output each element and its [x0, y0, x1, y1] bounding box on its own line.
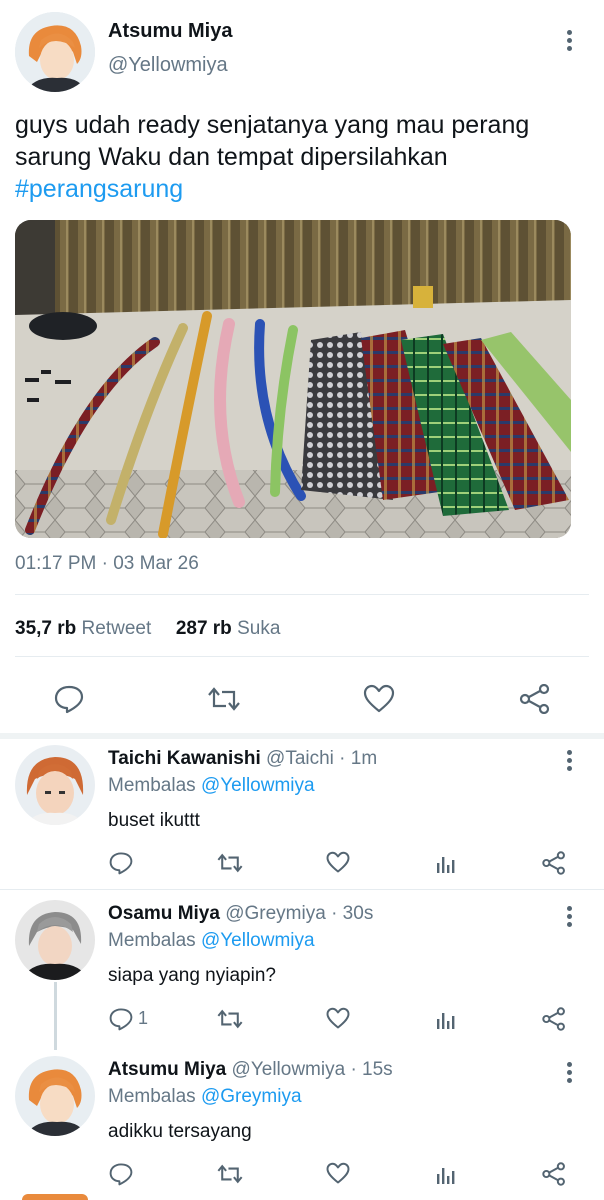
reply-handle-time[interactable]: @Greymiya · 30s: [225, 903, 373, 924]
like-label[interactable]: Suka: [237, 618, 280, 639]
replying-to-handle[interactable]: @Greymiya: [201, 1086, 302, 1107]
retweet-icon[interactable]: [216, 1007, 244, 1031]
more-icon[interactable]: [567, 750, 573, 774]
reply-text: siapa yang nyiapin?: [108, 965, 276, 986]
replying-to-handle[interactable]: @Yellowmiya: [201, 775, 315, 796]
like-icon[interactable]: [363, 684, 395, 714]
like-icon[interactable]: [326, 851, 350, 874]
reply-text: buset ikuttt: [108, 810, 200, 831]
retweet-icon[interactable]: [216, 1162, 244, 1186]
reply-header: Taichi Kawanishi @Taichi · 1m: [108, 748, 377, 770]
tweet-time: 01:17 PM: [15, 553, 97, 574]
reply-author-name[interactable]: Taichi Kawanishi: [108, 748, 261, 769]
replying-to-handle[interactable]: @Yellowmiya: [201, 930, 315, 951]
tweet-date: 03 Mar 26: [113, 553, 199, 574]
like-icon[interactable]: [326, 1162, 350, 1185]
tweet-timestamp[interactable]: 01:17 PM · 03 Mar 26: [15, 553, 199, 575]
replying-to-label: Membalas: [108, 1086, 196, 1107]
reply-icon[interactable]: [108, 851, 134, 875]
share-icon[interactable]: [541, 851, 567, 875]
tweet-text-line2: sarung Waku dan tempat dipersilahkan: [15, 143, 448, 171]
divider: [15, 656, 589, 657]
reply-header: Atsumu Miya @Yellowmiya · 15s: [108, 1059, 393, 1081]
more-icon[interactable]: [567, 1062, 573, 1086]
divider: [15, 594, 589, 595]
reply-header: Osamu Miya @Greymiya · 30s: [108, 903, 373, 925]
author-handle[interactable]: @Yellowmiya: [108, 54, 228, 77]
analytics-icon[interactable]: [435, 853, 457, 875]
reply-text: adikku tersayang: [108, 1121, 252, 1142]
tweet-text-line1: guys udah ready senjatanya yang mau pera…: [15, 111, 530, 139]
thread-line: [54, 982, 57, 1050]
like-icon[interactable]: [326, 1007, 350, 1030]
more-icon[interactable]: [567, 906, 573, 930]
share-icon[interactable]: [541, 1162, 567, 1186]
more-icon[interactable]: [567, 30, 573, 54]
hashtag-link[interactable]: #perangsarung: [15, 173, 183, 205]
analytics-icon[interactable]: [435, 1164, 457, 1186]
reply-author-name[interactable]: Atsumu Miya: [108, 1059, 226, 1080]
retweet-icon[interactable]: [216, 851, 244, 875]
reply-icon[interactable]: [108, 1162, 134, 1186]
share-icon[interactable]: [541, 1007, 567, 1031]
avatar[interactable]: [15, 12, 95, 92]
reply-icon[interactable]: [53, 684, 85, 714]
author-name[interactable]: Atsumu Miya: [108, 20, 232, 43]
retweet-count[interactable]: 35,7 rb: [15, 618, 76, 639]
like-count[interactable]: 287 rb: [176, 618, 232, 639]
reply-context: Membalas @Greymiya: [108, 1086, 302, 1108]
tweet-stats: 35,7 rb Retweet 287 rb Suka: [15, 618, 280, 640]
avatar[interactable]: [15, 745, 95, 825]
avatar[interactable]: [15, 1056, 95, 1136]
replying-to-label: Membalas: [108, 775, 196, 796]
tweet-photo[interactable]: [15, 220, 571, 538]
reply-author-name[interactable]: Osamu Miya: [108, 903, 220, 924]
reply-icon[interactable]: [108, 1007, 134, 1031]
reply-count: 1: [138, 1008, 149, 1028]
retweet-icon[interactable]: [206, 684, 242, 714]
analytics-icon[interactable]: [435, 1009, 457, 1031]
retweet-label[interactable]: Retweet: [82, 618, 152, 639]
timestamp-separator: ·: [101, 553, 108, 574]
reply-context: Membalas @Yellowmiya: [108, 930, 315, 952]
divider: [0, 733, 604, 739]
share-icon[interactable]: [518, 684, 552, 714]
divider: [0, 889, 604, 890]
reply-handle-time[interactable]: @Taichi · 1m: [266, 748, 377, 769]
avatar[interactable]: [15, 900, 95, 980]
next-reply-avatar-peek: [22, 1194, 88, 1200]
reply-context: Membalas @Yellowmiya: [108, 775, 315, 797]
reply-handle-time[interactable]: @Yellowmiya · 15s: [232, 1059, 393, 1080]
replying-to-label: Membalas: [108, 930, 196, 951]
